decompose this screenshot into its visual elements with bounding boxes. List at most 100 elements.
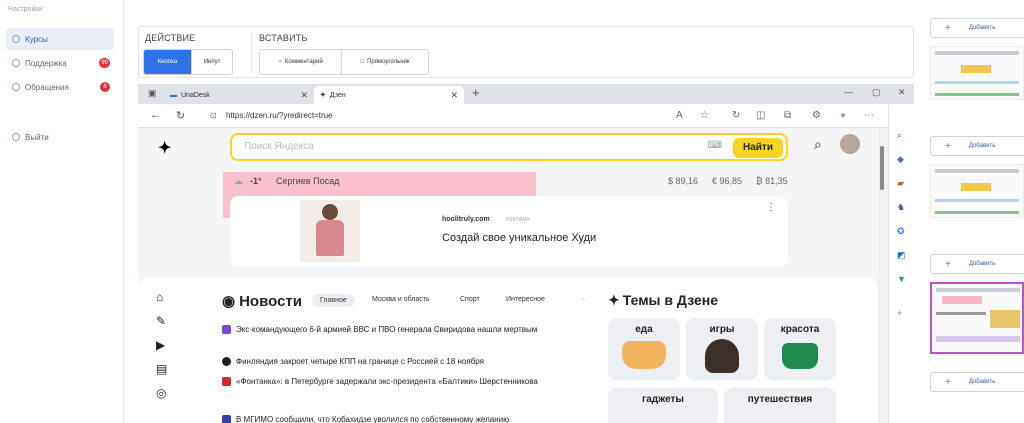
topics-title-wrap[interactable]: ✦ Темы в Дзене — [608, 292, 718, 309]
logout-label: Выйти — [25, 132, 49, 142]
extensions-icon[interactable]: ⚙ — [812, 110, 821, 121]
keyboard-icon[interactable]: ⌨ — [708, 140, 722, 151]
ad-badge: РЕКЛАМА — [506, 217, 530, 223]
comment-tool-label: Комментарий — [284, 59, 323, 65]
logout-icon — [12, 133, 20, 141]
comment-tool[interactable]: ○ Комментарий — [260, 50, 342, 74]
outlook-icon[interactable]: ◩ — [897, 250, 906, 261]
news-tab-interesting[interactable]: Интересное — [506, 296, 545, 303]
drop-icon[interactable]: ▼ — [897, 274, 906, 284]
dzen-logo-icon[interactable]: ✦ — [158, 138, 171, 158]
sidebar-item-courses[interactable]: Курсы — [6, 28, 114, 50]
search-button[interactable]: Найти — [733, 138, 783, 158]
minimize-icon[interactable]: — — [844, 87, 853, 97]
topic-travel[interactable]: путешествия — [724, 388, 836, 423]
step-thumbnail[interactable] — [930, 46, 1024, 100]
add-step-button[interactable]: + Добавить — [930, 136, 1024, 156]
more-icon[interactable]: ⋯ — [864, 110, 874, 121]
ad-menu-icon[interactable]: ⋮ — [766, 202, 776, 213]
url-field[interactable]: ⊡ https://dzen.ru/?yredirect=true — [202, 107, 672, 125]
explore-icon[interactable]: ◎ — [156, 386, 166, 400]
tab-dzen[interactable]: ✦ Дзен ✕ — [314, 86, 464, 104]
back-icon[interactable]: ← — [150, 109, 161, 121]
search-box[interactable]: Поиск Яндекса ⌨ Найти — [230, 133, 788, 161]
favorite-icon[interactable]: ☆ — [700, 110, 709, 121]
news-section: ⌂ ✎ ▶ ▤ ◎ ◉ Новости Главное Москва и обла… — [138, 278, 878, 423]
city-name[interactable]: Сергиев Посад — [276, 176, 339, 186]
games-icon[interactable]: ♞ — [897, 202, 905, 213]
add-step-label: Добавить — [968, 143, 996, 149]
sidebar-item-tickets[interactable]: Обращения 8 — [6, 76, 114, 98]
split-screen-icon[interactable]: ◫ — [756, 110, 765, 121]
refresh-page-icon[interactable]: ↻ — [732, 110, 740, 121]
plus-icon: + — [945, 140, 951, 152]
close-icon[interactable]: ✕ — [300, 90, 308, 101]
tag-icon[interactable]: ◆ — [897, 154, 904, 165]
add-sidebar-icon[interactable]: + — [897, 308, 902, 318]
collections-icon[interactable]: ⧉ — [784, 110, 791, 121]
home-icon[interactable]: ⌂ — [156, 290, 163, 304]
news-source-icon — [222, 415, 231, 423]
topic-food[interactable]: еда — [608, 318, 680, 380]
step-thumbnail[interactable] — [930, 164, 1024, 218]
input-tool[interactable]: Инпут — [192, 50, 232, 74]
news-icon: ◉ — [222, 293, 236, 310]
sidebar-item-label: Обращения — [25, 82, 69, 92]
articles-icon[interactable]: ▤ — [156, 362, 167, 376]
restore-icon[interactable]: ▢ — [872, 87, 881, 98]
pancakes-image — [622, 341, 666, 369]
plus-icon: + — [945, 258, 951, 270]
new-tab-button[interactable]: + — [472, 85, 480, 100]
news-tab-moscow[interactable]: Москва и область — [372, 296, 430, 303]
tools-icon[interactable]: ✪ — [897, 226, 905, 237]
ad-card[interactable]: hoolitruly.com РЕКЛАМА Создай свое уника… — [230, 196, 788, 266]
search-icon[interactable]: ⌕ — [814, 136, 822, 153]
topic-gadgets[interactable]: гаджеты — [608, 388, 718, 423]
news-tab-sport[interactable]: Спорт — [460, 296, 480, 303]
tab-unadesk[interactable]: ▬ UnaDesk ✕ — [164, 86, 314, 104]
shopping-icon[interactable]: ▰ — [897, 178, 904, 189]
tab-label: Дзен — [329, 91, 346, 99]
search-input[interactable]: Поиск Яндекса — [244, 141, 314, 152]
news-item-text: Экс-командующего 6-й армией ВВС и ПВО ге… — [236, 325, 538, 334]
tab-actions-icon[interactable]: ▣ — [148, 88, 157, 99]
news-more-icon[interactable]: ··· — [580, 296, 587, 303]
logout-button[interactable]: Выйти — [6, 126, 114, 148]
page-scrollbar[interactable] — [878, 128, 886, 423]
comment-icon: ○ — [278, 59, 282, 65]
unadesk-icon: ▬ — [170, 91, 177, 99]
app-sidebar: Настройки Курсы Поддержка 99 Обращения 8… — [0, 0, 124, 423]
scrollbar-thumb[interactable] — [880, 146, 884, 190]
add-step-button[interactable]: + Добавить — [930, 18, 1024, 38]
read-aloud-icon[interactable]: A — [676, 110, 683, 121]
rate-btc: ₿ 81,35 — [756, 176, 788, 186]
ad-title: Создай свое уникальное Худи — [442, 232, 597, 244]
add-step-button[interactable]: + Добавить — [930, 254, 1024, 274]
news-title-wrap[interactable]: ◉ Новости — [222, 292, 302, 310]
news-tab-main[interactable]: Главное — [312, 294, 355, 307]
action-segment: Кнопка Инпут — [143, 49, 233, 75]
avatar[interactable] — [840, 134, 860, 154]
search-sidebar-icon[interactable]: ⌕ — [897, 130, 902, 141]
ad-image — [300, 200, 360, 262]
edit-icon[interactable]: ✎ — [156, 314, 166, 328]
news-source-icon — [222, 377, 231, 386]
profile-icon[interactable]: ● — [840, 110, 846, 121]
add-step-label: Добавить — [968, 379, 996, 385]
refresh-icon[interactable]: ↻ — [176, 109, 185, 122]
sidebar-top-text: Настройки — [8, 6, 43, 13]
add-step-button[interactable]: + Добавить — [930, 372, 1024, 392]
window-close-icon[interactable]: ✕ — [898, 87, 906, 98]
step-thumbnail-selected[interactable] — [930, 282, 1024, 354]
topic-beauty[interactable]: красота — [764, 318, 836, 380]
browser-window: ▣ ▬ UnaDesk ✕ ✦ Дзен ✕ + — ▢ ✕ ← ↻ ⊡ htt… — [138, 84, 914, 423]
site-info-icon[interactable]: ⊡ — [210, 107, 217, 125]
news-item-text: В МГИМО сообщили, что Кобахидзе уволился… — [236, 415, 510, 423]
action-group-title: ДЕЙСТВИЕ — [145, 33, 196, 43]
topic-games[interactable]: игры — [686, 318, 758, 380]
close-icon[interactable]: ✕ — [450, 90, 458, 101]
video-icon[interactable]: ▶ — [156, 338, 165, 352]
rectangle-tool[interactable]: □ Прямоугольник — [342, 50, 428, 74]
sidebar-item-support[interactable]: Поддержка 99 — [6, 52, 114, 74]
button-tool[interactable]: Кнопка — [144, 50, 192, 74]
